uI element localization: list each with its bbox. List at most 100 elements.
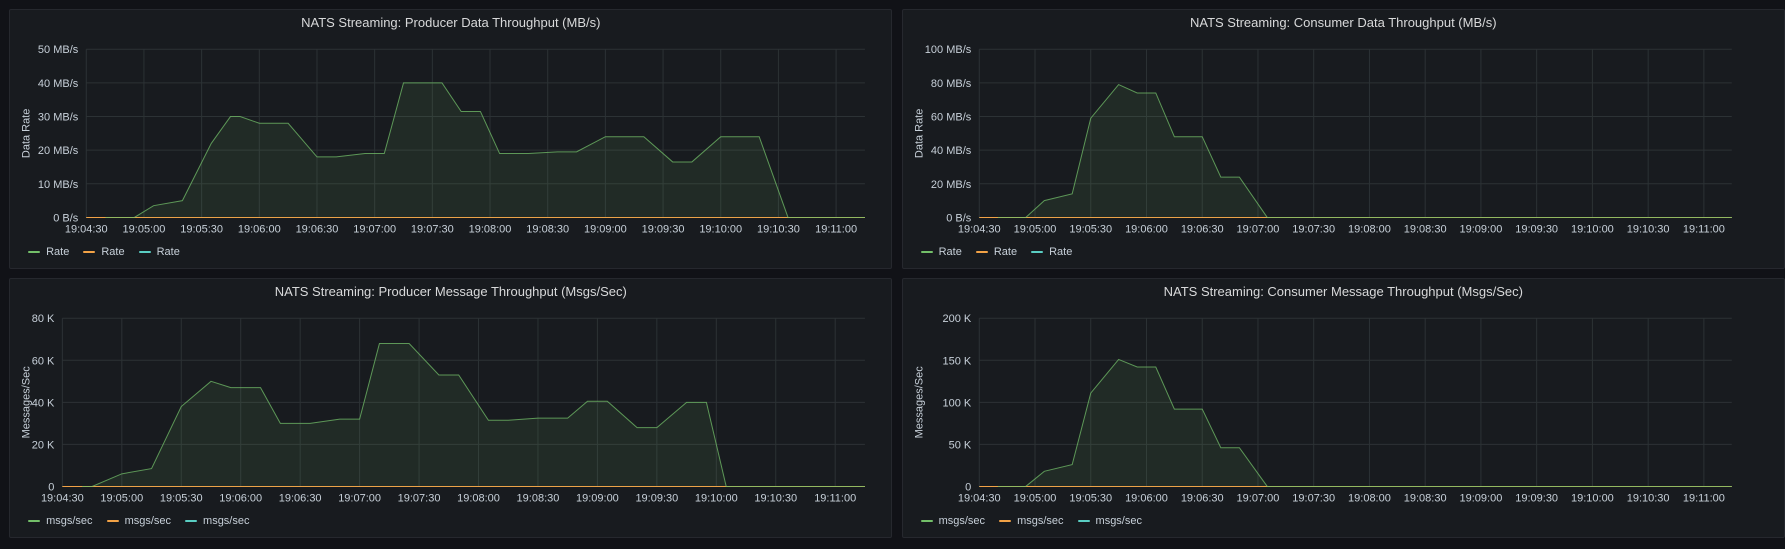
y-tick-label: 20 MB/s [38, 145, 79, 157]
y-tick-label: 30 MB/s [38, 111, 79, 123]
x-tick-label: 19:10:00 [1571, 223, 1614, 235]
legend-item[interactable]: msgs/sec [999, 515, 1064, 527]
legend-item[interactable]: Rate [83, 246, 125, 259]
x-tick-label: 19:08:00 [469, 223, 512, 235]
x-tick-label: 19:09:30 [1515, 493, 1558, 505]
x-tick-label: 19:06:00 [219, 493, 262, 505]
x-tick-label: 19:04:30 [957, 493, 1000, 505]
chart-plot: 020 K40 K60 K80 K19:04:30 19:05:00 19:05:3… [20, 313, 866, 505]
legend-item[interactable]: Rate [28, 246, 69, 258]
x-tick-label: 19:07:00 [338, 493, 381, 505]
x-tick-label: 19:07:30 [411, 223, 454, 235]
series-color-swatch [106, 520, 119, 523]
y-tick-label: 150 K [942, 355, 971, 367]
series-color-swatch [1031, 251, 1044, 254]
legend-item[interactable]: msgs/sec [106, 515, 172, 528]
y-tick-label: 80 K [32, 313, 55, 325]
series-color-swatch [185, 520, 198, 523]
y-tick-label: 40 MB/s [38, 78, 79, 90]
chart-panel-producer-messages: NATS Streaming: Producer Message Through… [9, 278, 893, 539]
x-tick-label: 19:08:00 [1348, 223, 1391, 235]
legend-label: msgs/sec [203, 515, 250, 528]
x-tick-label: 19:05:00 [1013, 223, 1056, 235]
series-color-swatch [920, 251, 933, 254]
x-tick-label: 19:07:00 [1236, 223, 1279, 235]
y-tick-label: 20 K [32, 439, 55, 451]
legend-label: msgs/sec [1095, 515, 1142, 528]
series-color-swatch [28, 251, 41, 254]
y-tick-label: 60 K [32, 355, 55, 367]
x-tick-label: 19:10:30 [757, 223, 800, 235]
x-tick-label: 19:10:30 [1626, 223, 1669, 235]
y-axis-label: Messages/Sec [20, 366, 32, 439]
x-tick-label: 19:11:00 [815, 223, 857, 235]
series-area-fill [997, 359, 1732, 487]
legend-item[interactable]: msgs/sec [920, 515, 986, 528]
legend-item[interactable]: Rate [975, 246, 1017, 258]
y-tick-label: 20 MB/s [931, 179, 972, 191]
x-tick-label: 19:05:00 [100, 493, 143, 505]
legend: Rate Rate Rate [920, 246, 1072, 259]
x-tick-label: 19:05:30 [160, 493, 203, 505]
y-tick-label: 100 MB/s [924, 44, 971, 56]
legend-label: Rate [1049, 246, 1073, 259]
x-tick-label: 19:07:00 [353, 223, 396, 235]
series-color-swatch [920, 520, 933, 523]
series-color-swatch [138, 251, 151, 254]
x-tick-label: 19:08:30 [517, 493, 560, 505]
legend-item[interactable]: msgs/sec [185, 515, 250, 528]
legend-item[interactable]: Rate [920, 246, 962, 259]
series-area-fill [82, 343, 866, 487]
legend-label: msgs/sec [938, 515, 986, 528]
x-tick-label: 19:09:00 [576, 493, 619, 505]
legend-label: Rate [156, 246, 180, 259]
x-tick-label: 19:05:30 [180, 223, 223, 235]
x-tick-label: 19:09:00 [1459, 223, 1502, 235]
legend-label: msgs/sec [124, 515, 172, 528]
x-tick-label: 19:08:30 [1403, 493, 1446, 505]
x-tick-label: 19:06:00 [1125, 493, 1168, 505]
y-tick-label: 50 K [948, 439, 971, 451]
x-tick-label: 19:04:30 [65, 223, 108, 235]
legend-label: Rate [101, 246, 125, 259]
legend: Rate Rate Rate [28, 246, 180, 258]
chart-plot: 0 B/s10 MB/s20 MB/s30 MB/s40 MB/s50 MB/s… [20, 44, 866, 235]
x-tick-label: 19:09:00 [1459, 493, 1502, 505]
legend-label: Rate [938, 246, 962, 259]
x-tick-label: 19:08:00 [1348, 493, 1391, 505]
series-color-swatch [975, 251, 988, 254]
chart-plot: 0 B/s20 MB/s40 MB/s60 MB/s80 MB/s100 MB/… [913, 44, 1732, 235]
x-tick-label: 19:10:00 [1571, 493, 1614, 505]
x-tick-label: 19:04:30 [957, 223, 1000, 235]
x-tick-label: 19:06:30 [296, 223, 339, 235]
x-tick-label: 19:09:30 [636, 493, 679, 505]
legend-item[interactable]: msgs/sec [28, 515, 93, 527]
x-tick-label: 19:06:30 [1180, 493, 1223, 505]
y-tick-label: 40 MB/s [931, 145, 972, 157]
chart-panel-producer-data: NATS Streaming: Producer Data Throughput… [9, 8, 893, 270]
x-tick-label: 19:11:00 [814, 493, 856, 505]
x-tick-label: 19:06:30 [279, 493, 322, 505]
x-tick-label: 19:07:30 [1292, 223, 1335, 235]
x-tick-label: 19:08:30 [526, 223, 569, 235]
x-tick-label: 19:04:30 [41, 493, 84, 505]
y-axis-label: Data Rate [913, 109, 925, 159]
series-color-swatch [28, 520, 41, 523]
series-area-fill [105, 82, 866, 218]
x-tick-label: 19:10:30 [1626, 493, 1669, 505]
x-tick-label: 19:08:30 [1403, 223, 1446, 235]
x-tick-label: 19:09:30 [1515, 223, 1558, 235]
legend-item[interactable]: Rate [1031, 246, 1072, 258]
y-tick-label: 200 K [942, 313, 971, 325]
x-tick-label: 19:05:30 [1069, 493, 1112, 505]
y-tick-label: 80 MB/s [931, 78, 972, 90]
x-tick-label: 19:10:00 [699, 223, 742, 235]
x-tick-label: 19:06:00 [238, 223, 281, 235]
legend-item[interactable]: msgs/sec [1077, 515, 1142, 528]
x-tick-label: 19:10:00 [695, 493, 738, 505]
x-tick-label: 19:05:00 [1013, 493, 1056, 505]
legend: msgs/sec msgs/sec msgs/sec [920, 515, 1142, 528]
legend-item[interactable]: Rate [138, 246, 180, 259]
y-tick-label: 10 MB/s [38, 179, 79, 191]
x-tick-label: 19:10:30 [754, 493, 797, 505]
